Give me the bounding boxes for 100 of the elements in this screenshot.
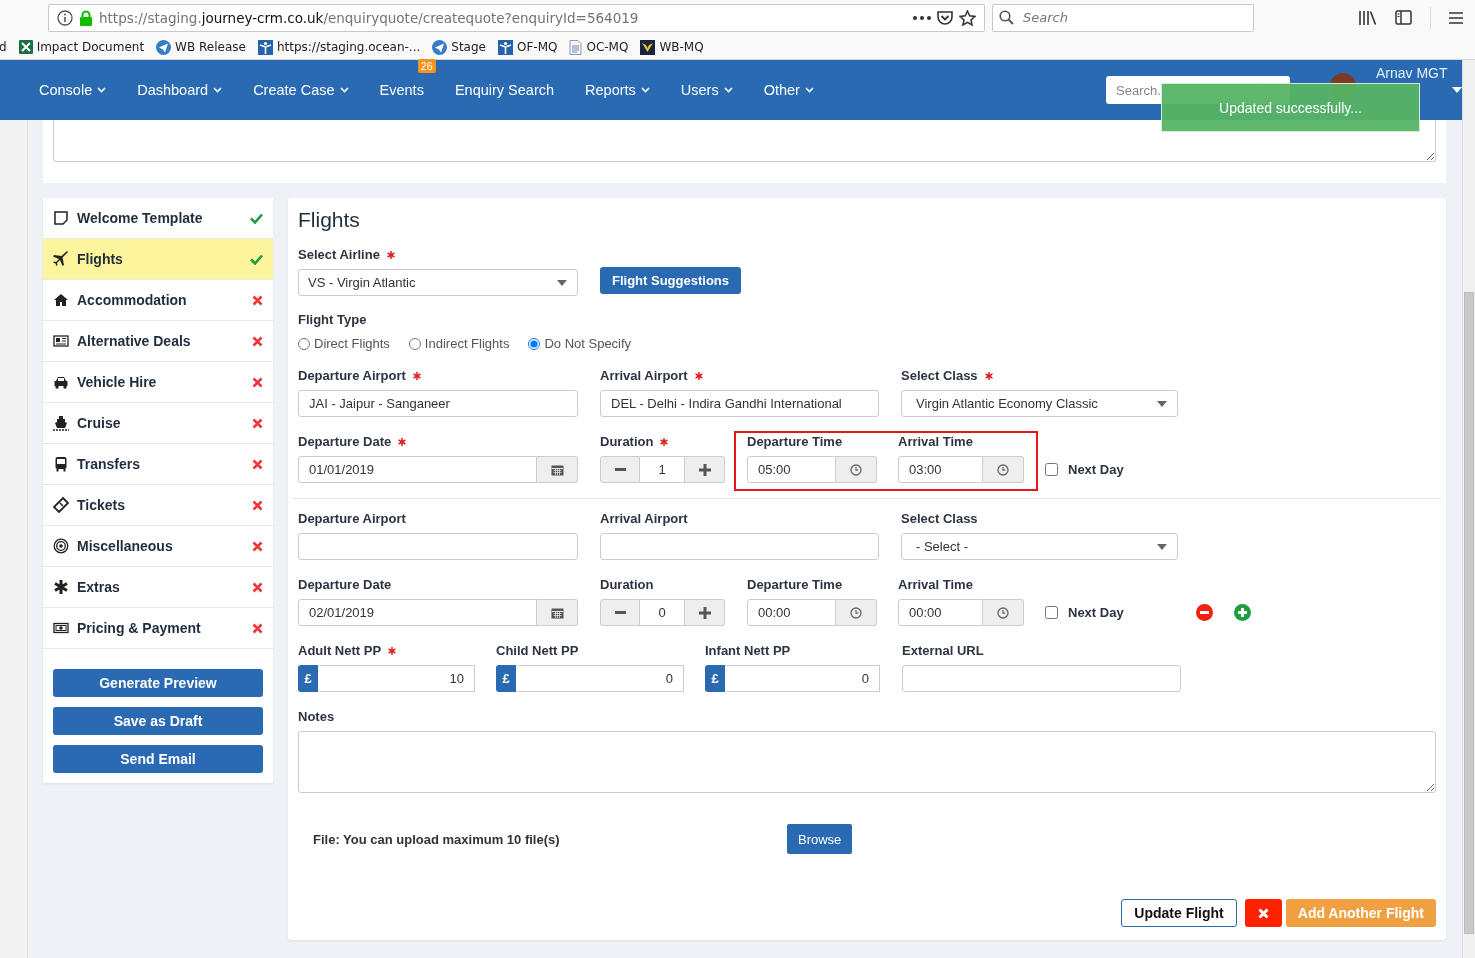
select-field[interactable]: VS - Virgin Atlantic [298, 269, 578, 296]
airport-field[interactable]: JAI - Jaipur - Sanganeer [298, 390, 578, 417]
url-text: https://staging.journey-crm.co.uk/enquiryquote/createquote?enquiryId=564019 [99, 9, 640, 26]
action-button[interactable]: Generate Preview [53, 669, 263, 697]
bookmark[interactable]: https://staging.ocean-... [257, 39, 421, 55]
bus-icon [53, 456, 69, 472]
plus-button[interactable] [685, 599, 725, 626]
info-icon [57, 9, 73, 26]
radio-button[interactable] [298, 337, 310, 350]
clock-button[interactable] [983, 456, 1024, 483]
clock-icon [997, 463, 1009, 476]
library-icon[interactable] [1359, 10, 1377, 25]
menu-icon[interactable] [1449, 11, 1463, 24]
car-icon [53, 374, 69, 390]
checkbox[interactable] [1045, 606, 1058, 619]
caret-icon [1157, 400, 1167, 407]
action-button[interactable]: Save as Draft [53, 707, 263, 735]
nav-item[interactable]: Create Case [253, 82, 349, 98]
nav-item[interactable]: Other [763, 82, 814, 98]
time-field[interactable]: 00:00 [898, 599, 983, 626]
airport-field[interactable] [298, 533, 578, 560]
time-field[interactable]: 03:00 [898, 456, 983, 483]
remove-icon[interactable] [1195, 604, 1213, 621]
clock-button[interactable] [836, 599, 877, 626]
text-area[interactable] [53, 120, 1436, 162]
bookmark[interactable]: d [0, 40, 7, 54]
price-field[interactable]: 0 [725, 665, 880, 692]
airport-field[interactable]: DEL - Delhi - Indira Gandhi International [600, 390, 879, 417]
minus-button[interactable] [600, 456, 640, 483]
field-label: Infant Nett PP [705, 643, 791, 658]
document-icon [569, 39, 583, 55]
field-label: Departure Date [298, 434, 392, 449]
sidebar-item[interactable]: Alternative Deals [43, 321, 273, 362]
address-bar[interactable]: https://staging.journey-crm.co.uk/enquiryquote/createquote?enquiryId=564019 [48, 3, 985, 32]
update-button[interactable]: Update Flight [1121, 899, 1237, 927]
sidebar-item[interactable]: Pricing & Payment [43, 608, 273, 649]
delete-button[interactable] [1244, 899, 1282, 927]
figure-icon [257, 39, 273, 55]
nav-item[interactable]: Dashboard [137, 82, 223, 98]
search-field[interactable]: Search [992, 3, 1254, 32]
calendar-button[interactable] [537, 599, 578, 626]
checkbox[interactable] [1045, 463, 1058, 476]
browse-button[interactable]: Browse [787, 824, 853, 854]
plane-icon [53, 251, 69, 267]
bookmark[interactable]: Stage [432, 39, 486, 55]
duration-field[interactable]: 0 [640, 599, 685, 626]
field-label: Select Class [901, 368, 978, 383]
select-field[interactable]: Virgin Atlantic Economy Classic [901, 390, 1178, 417]
sidebar-item[interactable]: Extras [43, 567, 273, 608]
sidebar-item[interactable]: Flights [43, 239, 273, 280]
calendar-icon [550, 463, 564, 476]
clock-button[interactable] [983, 599, 1024, 626]
price-field[interactable]: 10 [318, 665, 475, 692]
nav-item[interactable]: Reports [585, 82, 650, 98]
lock-icon [79, 9, 93, 26]
action-button[interactable]: Send Email [53, 745, 263, 773]
field-label: Arrival Time [898, 434, 973, 449]
upload-hint: File: You can upload maximum 10 file(s) [313, 831, 561, 847]
url-field[interactable] [902, 665, 1181, 692]
field-label: Notes [298, 709, 335, 724]
more-icon[interactable] [913, 15, 931, 20]
date-field[interactable]: 02/01/2019 [298, 599, 537, 626]
nav-item[interactable]: Console [39, 82, 107, 98]
clock-button[interactable] [836, 456, 877, 483]
field-label: Arrival Airport [600, 511, 688, 526]
plus-button[interactable] [685, 456, 725, 483]
calendar-button[interactable] [537, 456, 578, 483]
radio-label: Do Not Specify [544, 336, 632, 351]
sidebar-item[interactable]: Cruise [43, 403, 273, 444]
date-field[interactable]: 01/01/2019 [298, 456, 537, 483]
sidebar-item[interactable]: Transfers [43, 444, 273, 485]
add-icon[interactable] [1233, 604, 1251, 621]
star-icon[interactable] [959, 9, 976, 26]
select-field[interactable]: - Select - [901, 533, 1178, 560]
pocket-icon[interactable] [937, 10, 953, 25]
sidebar-item[interactable]: Accommodation [43, 280, 273, 321]
suggestions-button[interactable]: Flight Suggestions [600, 267, 741, 294]
nav-item[interactable]: Enquiry Search [454, 82, 555, 98]
radio-button[interactable] [528, 337, 541, 350]
bookmark[interactable]: WB-MQ [640, 39, 704, 55]
time-field[interactable]: 05:00 [747, 456, 836, 483]
bookmark[interactable]: OF-MQ [498, 39, 558, 55]
sidebar-icon[interactable] [1395, 10, 1412, 25]
duration-field[interactable]: 1 [640, 456, 685, 483]
sidebar-item[interactable]: Vehicle Hire [43, 362, 273, 403]
radio-button[interactable] [408, 337, 421, 350]
bookmark[interactable]: Impact Document [18, 40, 145, 54]
field-label: Arrival Airport [600, 368, 688, 383]
bookmark[interactable]: WB Release [156, 39, 246, 55]
sidebar-item[interactable]: Miscellaneous [43, 526, 273, 567]
sidebar-item[interactable]: Tickets [43, 485, 273, 526]
price-field[interactable]: 0 [516, 665, 684, 692]
field-label: External URL [902, 643, 984, 658]
airport-field[interactable] [600, 533, 879, 560]
notes-field[interactable] [298, 731, 1436, 793]
field-label: Arrival Time [898, 577, 973, 592]
nav-item[interactable]: Users [680, 82, 733, 98]
time-field[interactable]: 00:00 [747, 599, 836, 626]
minus-button[interactable] [600, 599, 640, 626]
bookmark[interactable]: OC-MQ [569, 39, 629, 55]
